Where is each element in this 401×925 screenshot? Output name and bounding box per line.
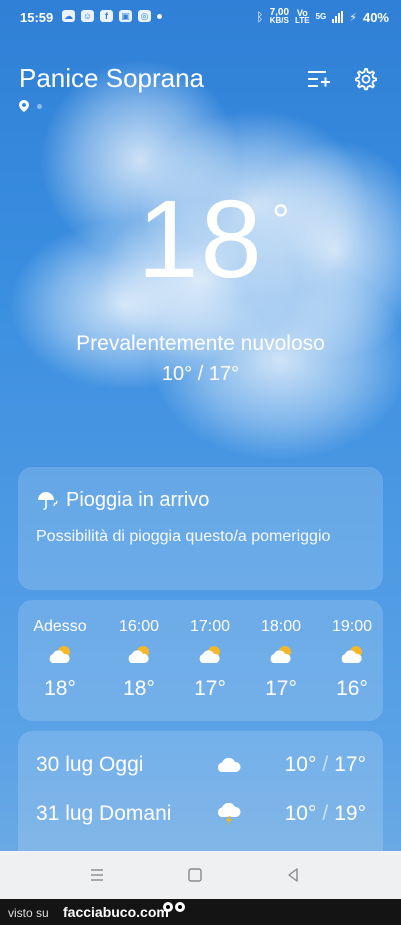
hourly-forecast-card[interactable]: Adesso 18° 16:00 18° 17:00 17° 18:00 17°… [18,600,383,721]
daily-row[interactable]: 30 lug Oggi 10°/17° [36,753,366,783]
facciabuco-logo-icon [163,902,185,912]
hourly-item: 17:00 17° [175,618,245,701]
more-notifications-dot [157,14,162,19]
hour-label: 17:00 [189,618,231,635]
rain-alert-title: Pioggia in arrivo [66,489,210,511]
partly-cloudy-icon [341,646,362,663]
day-label: 30 lug Oggi [36,753,144,776]
watermark-bar: visto su facciabuco.com [0,899,401,925]
daily-forecast-card[interactable]: 30 lug Oggi 10°/17° 31 lug Domani 10°/19… [18,731,383,851]
thunderstorm-icon [217,802,241,826]
temperature-range: 10° / 17° [161,363,240,385]
location-pin-icon [19,100,29,112]
watermark-site: facciabuco.com [63,904,169,920]
day-high: 19° [334,802,366,825]
cloud-notification-icon: ☁ [62,10,75,22]
hour-label: Adesso [33,618,87,635]
hour-label: 16:00 [118,618,160,635]
rain-alert-header: Pioggia in arrivo [36,489,209,512]
net-speed: 7,00 KB/S [269,7,290,25]
notification-icons: ☁ ☺ f ▣ ◎ [62,10,162,22]
hour-temp: 17° [194,677,226,700]
degree-symbol: ° [272,196,290,245]
current-temperature: 18 [137,178,264,301]
settings-button[interactable] [352,66,378,92]
hourly-item: 18:00 17° [246,618,316,701]
day-low: 10° [284,802,317,825]
day-temps: 10°/17° [284,753,366,776]
chrome-icon: ◎ [138,10,151,22]
day-label: 31 lug Domani [36,802,172,825]
day-temps: 10°/19° [284,802,366,825]
rain-alert-card[interactable]: Pioggia in arrivo Possibilità di pioggia… [18,467,383,590]
menu-icon[interactable] [89,867,105,883]
network-type: 5G [315,12,327,21]
day-low: 10° [284,753,317,776]
status-bar: 15:59 ☁ ☺ f ▣ ◎ ᛒ 7,00 KB/S Vo LTE 5G ⚡ … [0,0,401,36]
system-navigation-bar [0,851,401,899]
status-time: 15:59 [20,10,54,25]
battery-level: 40% [362,9,389,25]
manage-cities-button[interactable] [306,66,332,92]
current-temperature-block: 18 [0,185,401,295]
watermark-prefix: visto su [8,906,49,920]
cloud-icon [217,757,241,772]
back-icon[interactable] [285,867,301,883]
hourly-item: Adesso 18° [25,618,95,701]
day-high: 17° [334,753,366,776]
hour-temp: 17° [265,677,297,700]
add-list-icon [308,71,330,87]
page-indicator [19,100,42,112]
facebook-icon: f [100,10,113,22]
hour-temp: 16° [336,677,368,700]
status-right: ᛒ 7,00 KB/S Vo LTE 5G ⚡ 40% [256,7,389,25]
gear-icon [355,68,377,91]
hour-label: 18:00 [260,618,302,635]
hour-temp: 18° [44,677,76,700]
hourly-item: 19:00 16° [317,618,387,701]
smile-notification-icon: ☺ [81,10,94,22]
rain-alert-description: Possibilità di pioggia questo/a pomerigg… [36,528,331,545]
volte-indicator: Vo LTE [295,8,310,25]
hour-temp: 18° [123,677,155,700]
weather-condition: Prevalentemente nuvoloso [76,332,325,355]
partly-cloudy-icon [128,646,149,663]
page-dot [37,103,42,109]
city-name[interactable]: Panice Soprana [19,63,204,94]
ad-icon: ▣ [119,10,132,22]
bluetooth-icon: ᛒ [256,10,264,24]
daily-row[interactable]: 31 lug Domani 10°/19° [36,802,366,832]
partly-cloudy-icon [199,646,220,663]
umbrella-rain-icon [38,491,58,510]
partly-cloudy-icon [49,646,70,663]
signal-icon [332,11,344,23]
hour-label: 19:00 [331,618,373,635]
hourly-item: 16:00 18° [104,618,174,701]
home-icon[interactable] [187,867,203,883]
battery-charging-icon: ⚡ [349,11,357,24]
partly-cloudy-icon [270,646,291,663]
